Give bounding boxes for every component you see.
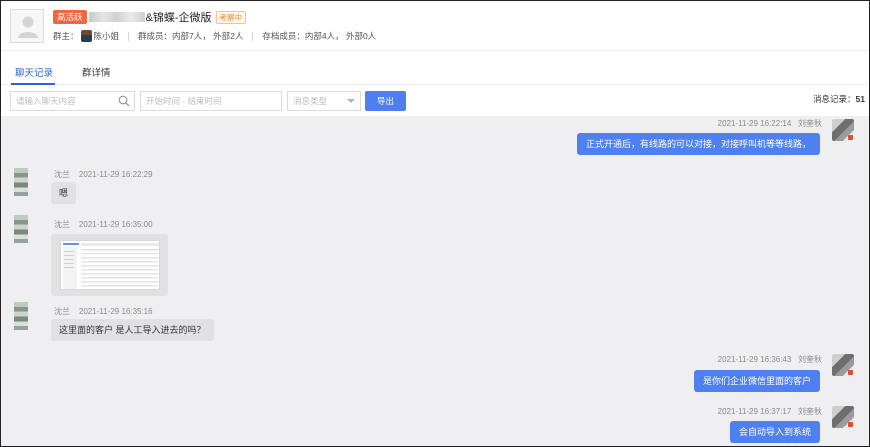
owner-name: 陈小姐: [93, 31, 120, 41]
tab-group-details[interactable]: 群详情: [82, 65, 111, 79]
owner-label: 群主：: [53, 31, 79, 41]
message-bubble: 这里面的客户 是人工导入进去的吗？: [51, 319, 214, 341]
message-sender: 刘奎秋: [798, 119, 822, 128]
message-bubble: 正式开通后，有线路的可以对接，对接呼叫机等等线路，: [576, 133, 820, 155]
message-bubble: 是你们企业微信里面的客户: [693, 370, 820, 392]
sender-avatar: [832, 354, 854, 376]
message-time: 2021-11-29 16:36:43: [717, 355, 792, 364]
group-header: 高活跃 &锦蝶-企微版 考察中 群主： 陈小姐 群成员：内部7人， 外部2人 存…: [1, 1, 869, 51]
sender-avatar: [832, 406, 854, 428]
chat-record-window: 高活跃 &锦蝶-企微版 考察中 群主： 陈小姐 群成员：内部7人， 外部2人 存…: [0, 0, 870, 447]
search-placeholder: 请输入聊天内容: [16, 96, 76, 106]
divider: [252, 31, 254, 41]
image-message[interactable]: [51, 234, 168, 296]
message-count-value: 51: [855, 94, 865, 104]
status-tag: 考察中: [215, 10, 247, 24]
filter-bar: 请输入聊天内容 开始时间 - 结束时间 消息类型 导出 消息记录：51: [1, 89, 869, 115]
tab-bar: 聊天记录 群详情: [1, 59, 869, 85]
message-time: 2021-11-29 16:22:14: [717, 119, 792, 128]
date-range-picker[interactable]: 开始时间 - 结束时间: [140, 91, 282, 111]
message-meta: 沈兰 2021-11-29 16:22:29: [54, 169, 153, 180]
group-avatar: [10, 9, 44, 43]
message-count: 消息记录：51: [813, 93, 865, 105]
message-sender: 刘奎秋: [798, 355, 822, 364]
message-bubble: 会自动导入到系统: [729, 421, 820, 443]
message-meta: 2021-11-29 16:22:14 刘奎秋: [718, 118, 822, 129]
message-sender: 沈兰: [54, 170, 70, 179]
message-bubble: 嗯: [51, 182, 77, 204]
active-tab-indicator: [11, 83, 55, 85]
message-meta: 2021-11-29 16:36:43 刘奎秋: [718, 354, 822, 365]
sender-avatar: [832, 119, 854, 141]
sender-avatar: [14, 168, 28, 196]
export-button[interactable]: 导出: [365, 91, 406, 111]
message-time: 2021-11-29 16:35:00: [78, 220, 153, 229]
message-sender: 沈兰: [54, 220, 70, 229]
search-icon[interactable]: [118, 95, 130, 107]
archived-members-count: 存档成员：内部4人， 外部0人: [262, 31, 377, 41]
members-count: 群成员：内部7人， 外部2人: [138, 31, 244, 41]
message-time: 2021-11-29 16:35:16: [78, 307, 153, 316]
group-title: &锦蝶-企微版: [145, 12, 212, 24]
redacted-group-name: [88, 12, 145, 22]
tab-chat-records[interactable]: 聊天记录: [15, 65, 53, 79]
screenshot-thumbnail[interactable]: [60, 240, 160, 290]
message-count-label: 消息记录：: [813, 94, 856, 104]
sender-avatar: [14, 302, 28, 330]
activity-tag: 高活跃: [53, 10, 87, 24]
message-time: 2021-11-29 16:22:29: [78, 170, 153, 179]
user-placeholder-icon: [18, 16, 38, 38]
message-meta: 沈兰 2021-11-29 16:35:00: [54, 219, 153, 230]
message-sender: 沈兰: [54, 307, 70, 316]
chevron-down-icon: [347, 99, 355, 103]
chat-history[interactable]: 2021-11-29 16:22:14 刘奎秋 正式开通后，有线路的可以对接，对…: [1, 116, 869, 446]
search-input[interactable]: 请输入聊天内容: [10, 91, 135, 111]
message-sender: 刘奎秋: [798, 407, 822, 416]
owner-avatar: [80, 30, 92, 42]
title-row: 高活跃 &锦蝶-企微版 考察中: [53, 10, 247, 24]
screenshot-thumbnail-graphic: [63, 243, 159, 289]
message-meta: 沈兰 2021-11-29 16:35:16: [54, 306, 153, 317]
group-meta: 群主： 陈小姐 群成员：内部7人， 外部2人 存档成员：内部4人， 外部0人: [53, 30, 376, 42]
message-type-placeholder: 消息类型: [293, 96, 328, 106]
divider: [128, 31, 130, 41]
date-range-placeholder: 开始时间 - 结束时间: [146, 96, 222, 106]
message-time: 2021-11-29 16:37:17: [717, 407, 792, 416]
sender-avatar: [14, 215, 28, 243]
message-type-select[interactable]: 消息类型: [287, 91, 361, 111]
message-meta: 2021-11-29 16:37:17 刘奎秋: [718, 406, 822, 417]
